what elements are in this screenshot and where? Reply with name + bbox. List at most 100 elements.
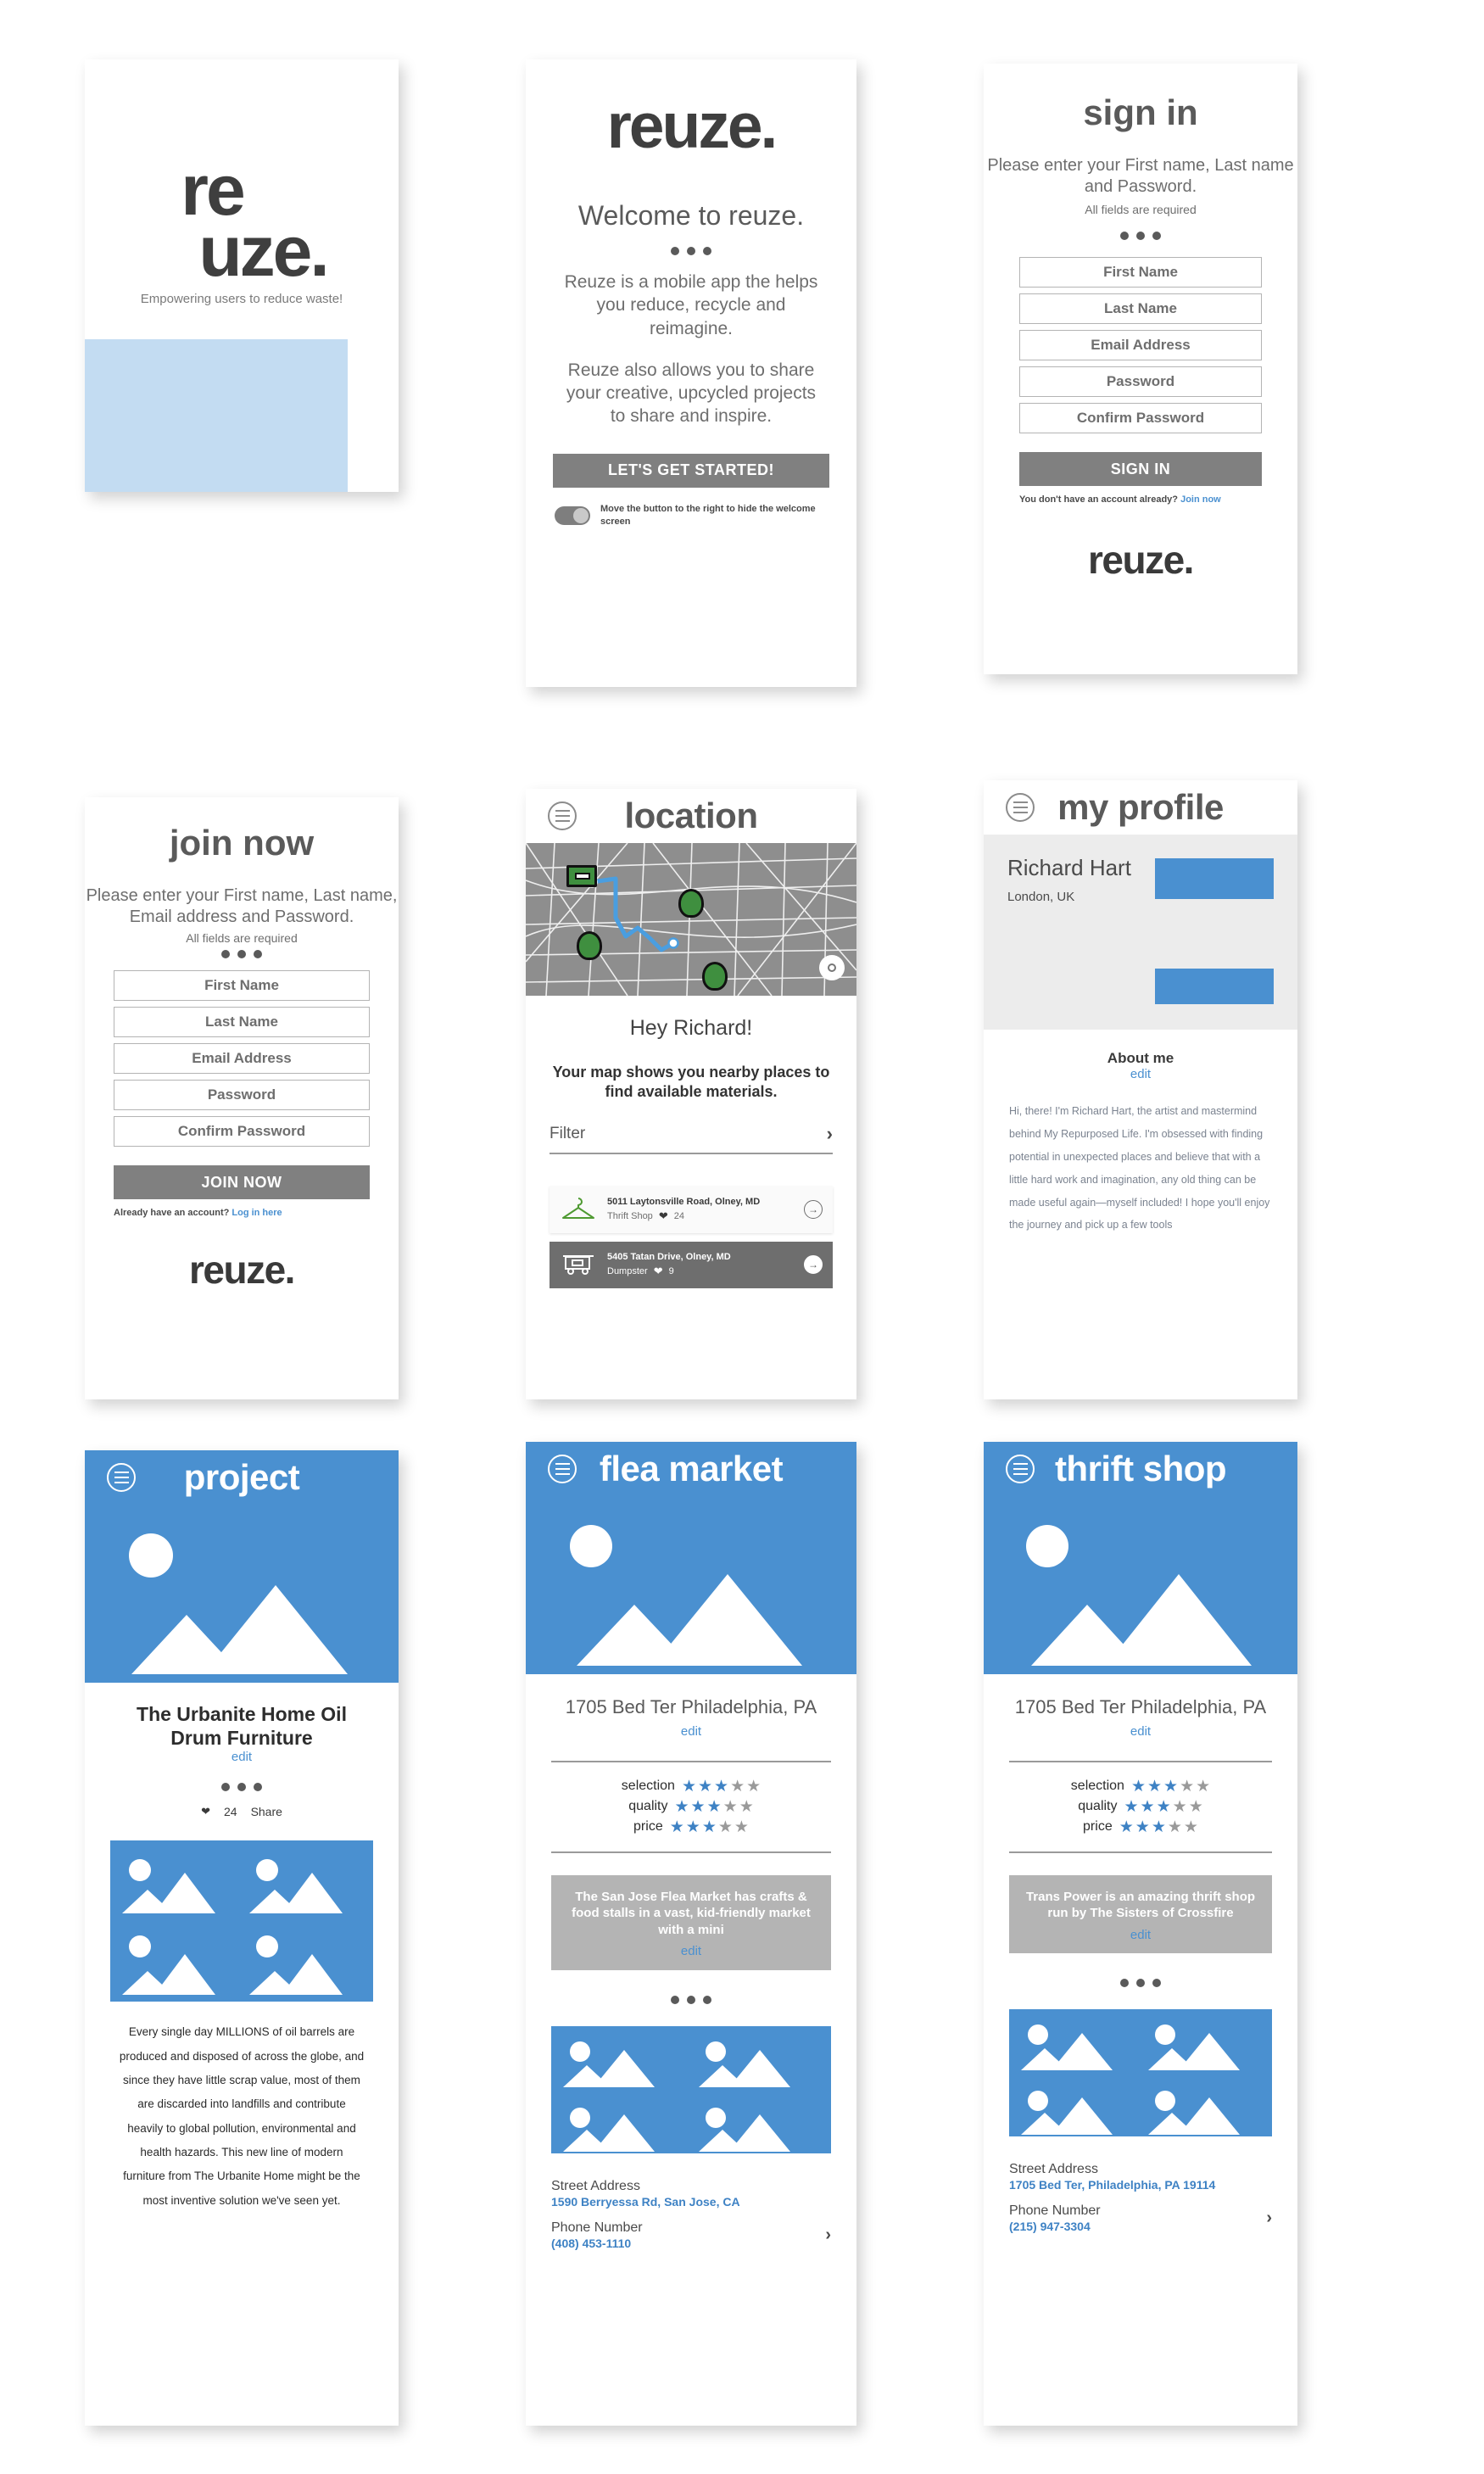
- star-icon[interactable]: ★: [698, 1779, 712, 1795]
- about-me-heading: About me: [1107, 1050, 1174, 1066]
- bug-map-pin[interactable]: [577, 931, 602, 960]
- heart-icon[interactable]: ❤: [201, 1805, 210, 1818]
- share-button[interactable]: Share: [251, 1805, 282, 1818]
- star-icon[interactable]: ★: [730, 1779, 745, 1795]
- password-input[interactable]: Password: [114, 1080, 370, 1110]
- star-rating[interactable]: ★ ★ ★ ★ ★: [1119, 1819, 1198, 1835]
- star-rating[interactable]: ★ ★ ★ ★ ★: [682, 1779, 761, 1795]
- password-input[interactable]: Password: [1019, 366, 1262, 397]
- star-rating[interactable]: ★ ★ ★ ★ ★: [1124, 1799, 1203, 1815]
- info-value[interactable]: 1705 Bed Ter, Philadelphia, PA 19114: [1009, 2178, 1272, 2192]
- star-icon[interactable]: ★: [714, 1779, 728, 1795]
- star-rating[interactable]: ★ ★ ★ ★ ★: [1131, 1779, 1210, 1795]
- star-icon[interactable]: ★: [1184, 1819, 1198, 1835]
- star-icon[interactable]: ★: [682, 1779, 696, 1795]
- menu-icon[interactable]: [1006, 793, 1035, 822]
- join-now-link[interactable]: Join now: [1180, 494, 1221, 505]
- arrow-right-icon[interactable]: →: [804, 1200, 823, 1220]
- last-name-input[interactable]: Last Name: [114, 1007, 370, 1037]
- star-icon[interactable]: ★: [1173, 1799, 1187, 1815]
- rating-row[interactable]: quality ★ ★ ★ ★ ★: [1009, 1799, 1272, 1815]
- star-icon[interactable]: ★: [739, 1799, 754, 1815]
- place-address: 5011 Laytonsville Road, Olney, MD: [607, 1196, 761, 1207]
- chevron-right-icon[interactable]: ›: [825, 2225, 831, 2245]
- info-value[interactable]: 1590 Berryessa Rd, San Jose, CA: [551, 2195, 831, 2209]
- star-icon[interactable]: ★: [723, 1799, 738, 1815]
- star-icon[interactable]: ★: [1152, 1819, 1166, 1835]
- bug-map-pin[interactable]: [702, 962, 728, 991]
- first-name-input[interactable]: First Name: [1019, 257, 1262, 288]
- star-icon[interactable]: ★: [686, 1819, 700, 1835]
- menu-icon[interactable]: [548, 801, 577, 830]
- star-icon[interactable]: ★: [1147, 1779, 1162, 1795]
- filter-row[interactable]: Filter ›: [550, 1123, 833, 1154]
- map-view[interactable]: [526, 843, 856, 996]
- info-row[interactable]: Street Address 1705 Bed Ter, Philadelphi…: [1009, 2162, 1272, 2192]
- star-icon[interactable]: ★: [1163, 1779, 1178, 1795]
- info-row[interactable]: Street Address 1590 Berryessa Rd, San Jo…: [551, 2179, 831, 2209]
- info-row[interactable]: Phone Number (408) 453-1110 ›: [551, 2220, 831, 2250]
- star-icon[interactable]: ★: [675, 1799, 689, 1815]
- menu-icon[interactable]: [1006, 1455, 1035, 1483]
- confirm-password-input[interactable]: Confirm Password: [114, 1116, 370, 1147]
- edit-about-link[interactable]: edit: [984, 1067, 1297, 1081]
- info-row[interactable]: Phone Number (215) 947-3304 ›: [1009, 2203, 1272, 2233]
- email-input[interactable]: Email Address: [114, 1043, 370, 1074]
- info-value[interactable]: (215) 947-3304: [1009, 2220, 1272, 2233]
- menu-icon[interactable]: [107, 1463, 136, 1492]
- joinnow-subtitle: Please enter your First name, Last name,…: [86, 886, 398, 926]
- rating-row[interactable]: quality ★ ★ ★ ★ ★: [551, 1799, 831, 1815]
- edit-blurb-link[interactable]: edit: [566, 1943, 816, 1960]
- list-item[interactable]: 5011 Laytonsville Road, Olney, MD Thrift…: [550, 1186, 833, 1233]
- info-value[interactable]: (408) 453-1110: [551, 2237, 831, 2250]
- arrow-right-icon[interactable]: →: [804, 1255, 823, 1275]
- last-name-input[interactable]: Last Name: [1019, 293, 1262, 324]
- first-name-input[interactable]: First Name: [114, 970, 370, 1001]
- rating-row[interactable]: price ★ ★ ★ ★ ★: [551, 1819, 831, 1835]
- star-icon[interactable]: ★: [1131, 1779, 1146, 1795]
- star-icon[interactable]: ★: [670, 1819, 684, 1835]
- edit-blurb-link[interactable]: edit: [1024, 1927, 1257, 1944]
- menu-icon[interactable]: [548, 1455, 577, 1483]
- star-icon[interactable]: ★: [1124, 1799, 1139, 1815]
- star-icon[interactable]: ★: [707, 1799, 722, 1815]
- chevron-right-icon[interactable]: ›: [1266, 2209, 1272, 2228]
- rating-row[interactable]: selection ★ ★ ★ ★ ★: [551, 1779, 831, 1795]
- edit-address-link[interactable]: edit: [526, 1724, 856, 1739]
- log-in-link[interactable]: Log in here: [232, 1208, 282, 1218]
- get-started-button[interactable]: LET'S GET STARTED!: [553, 453, 829, 488]
- star-icon[interactable]: ★: [1196, 1779, 1210, 1795]
- star-icon[interactable]: ★: [1119, 1819, 1134, 1835]
- star-icon[interactable]: ★: [691, 1799, 706, 1815]
- join-now-button[interactable]: JOIN NOW: [114, 1165, 370, 1199]
- project-gallery[interactable]: [110, 1840, 373, 2002]
- list-item[interactable]: 5405 Tatan Drive, Olney, MD Dumpster ❤ 9…: [550, 1241, 833, 1288]
- star-icon[interactable]: ★: [1189, 1799, 1203, 1815]
- star-icon[interactable]: ★: [718, 1819, 733, 1835]
- recenter-icon[interactable]: [819, 955, 845, 980]
- email-input[interactable]: Email Address: [1019, 330, 1262, 360]
- star-icon[interactable]: ★: [746, 1779, 761, 1795]
- place-gallery[interactable]: [551, 2025, 831, 2153]
- star-icon[interactable]: ★: [1135, 1819, 1150, 1835]
- edit-project-link[interactable]: edit: [85, 1750, 399, 1764]
- hide-welcome-toggle[interactable]: [555, 505, 590, 525]
- star-icon[interactable]: ★: [734, 1819, 749, 1835]
- star-icon[interactable]: ★: [1168, 1819, 1182, 1835]
- dumpster-map-pin[interactable]: [566, 865, 597, 887]
- star-icon[interactable]: ★: [702, 1819, 717, 1835]
- edit-address-link[interactable]: edit: [984, 1724, 1297, 1739]
- star-rating[interactable]: ★ ★ ★ ★ ★: [670, 1819, 749, 1835]
- rating-row[interactable]: selection ★ ★ ★ ★ ★: [1009, 1779, 1272, 1795]
- rating-row[interactable]: price ★ ★ ★ ★ ★: [1009, 1819, 1272, 1835]
- place-gallery[interactable]: [1009, 2009, 1272, 2137]
- star-icon[interactable]: ★: [1141, 1799, 1155, 1815]
- place-address: 1705 Bed Ter Philadelphia, PA: [1014, 1696, 1267, 1717]
- bug-map-pin[interactable]: [678, 889, 704, 918]
- sign-in-button[interactable]: SIGN IN: [1019, 452, 1262, 486]
- star-rating[interactable]: ★ ★ ★ ★ ★: [675, 1799, 754, 1815]
- star-icon[interactable]: ★: [1180, 1779, 1194, 1795]
- hide-welcome-toggle-row[interactable]: Move the button to the right to hide the…: [526, 488, 856, 528]
- confirm-password-input[interactable]: Confirm Password: [1019, 403, 1262, 433]
- star-icon[interactable]: ★: [1157, 1799, 1171, 1815]
